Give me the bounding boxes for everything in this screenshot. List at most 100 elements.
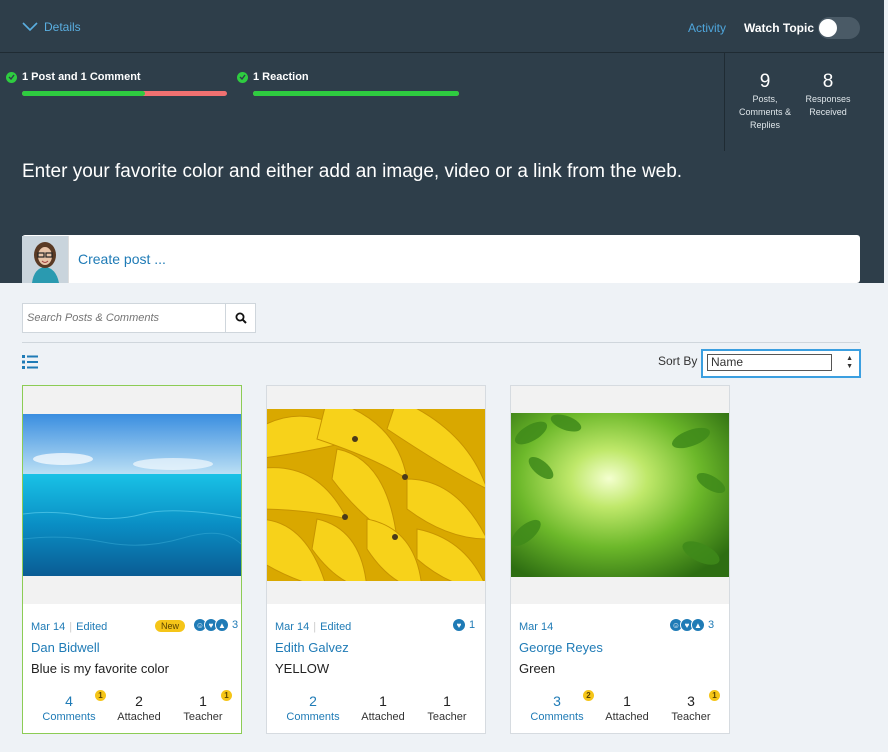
stat-value: 8	[822, 71, 834, 92]
stat-responses: 8 Responses Received	[798, 71, 858, 119]
post-author[interactable]: Edith Galvez	[275, 640, 349, 655]
post-card[interactable]: Mar 14 | Edited New ☺ ♥ ▲ 3 Dan Bidwell …	[22, 385, 242, 734]
progress-label: 1 Reaction	[253, 71, 309, 83]
stat-label: Responses	[805, 94, 851, 104]
progress-reactions: 1 Reaction	[237, 71, 309, 83]
post-body: YELLOW	[275, 661, 330, 676]
thumbs-up-icon: ▲	[691, 618, 705, 632]
comments-count[interactable]: 3 Comments	[522, 693, 592, 723]
bananas-image	[267, 409, 485, 581]
thumbs-up-icon: ▲	[215, 618, 229, 632]
prompt-band: Enter your favorite color and either add…	[0, 151, 884, 283]
create-post-placeholder: Create post ...	[78, 251, 166, 267]
stat-label: Replies	[749, 120, 780, 130]
post-image-area	[267, 386, 485, 604]
stat-value: 9	[759, 71, 771, 92]
avatar	[22, 235, 69, 283]
details-toggle[interactable]: Details	[22, 20, 81, 34]
select-arrows-icon: ▲ ▼	[846, 355, 853, 370]
search-icon	[235, 312, 247, 324]
toggle-knob	[819, 19, 837, 37]
divider	[22, 342, 860, 343]
list-view-icon	[22, 355, 38, 369]
details-label: Details	[44, 20, 81, 34]
post-card[interactable]: Mar 14 ☺ ♥ ▲ 3 George Reyes Green 3 Comm…	[510, 385, 730, 734]
stat-label: Comments &	[738, 107, 791, 117]
count-value: 2	[309, 693, 317, 709]
comments-count[interactable]: 2 Comments	[278, 693, 348, 723]
check-icon	[6, 71, 17, 83]
sort-select-value: Name	[707, 354, 832, 371]
meta-separator: |	[313, 621, 317, 633]
teacher-count: 1 Teacher	[412, 693, 482, 723]
post-author[interactable]: Dan Bidwell	[31, 640, 100, 655]
count-value: 2	[135, 693, 143, 709]
stat-label: Posts,	[752, 94, 778, 104]
sort-select[interactable]: Name ▲ ▼	[701, 349, 861, 378]
count-label: Teacher	[183, 711, 223, 723]
count-label: Comments	[286, 711, 340, 723]
count-value: 3	[553, 693, 561, 709]
attached-count: 1 Attached	[592, 693, 662, 723]
list-view-toggle[interactable]	[22, 355, 38, 374]
post-date: Mar 14	[275, 621, 310, 633]
edited-label: Edited	[320, 621, 352, 633]
count-value: 1	[623, 693, 631, 709]
post-image-area	[23, 386, 241, 604]
meta-separator: |	[69, 621, 73, 633]
post-card[interactable]: Mar 14 | Edited ♥ 1 Edith Galvez YELLOW …	[266, 385, 486, 734]
progress-band: 1 Post and 1 Comment 1 Reaction 9 Posts,…	[0, 53, 884, 151]
top-bar: Details Activity Watch Topic	[0, 0, 884, 53]
ocean-image	[23, 414, 241, 576]
post-body: Blue is my favorite color	[31, 661, 169, 676]
count-label: Attached	[117, 711, 161, 723]
reaction-count: 3	[708, 619, 715, 631]
like-icon: ♥	[452, 618, 466, 632]
search-input[interactable]	[23, 304, 226, 332]
search-box	[22, 303, 256, 333]
progress-bar-fill	[22, 91, 145, 96]
post-date: Mar 14	[31, 621, 66, 633]
post-date: Mar 14	[519, 621, 554, 633]
progress-label: 1 Post and 1 Comment	[22, 71, 141, 83]
reactions[interactable]: ☺ ♥ ▲ 3	[193, 618, 238, 632]
reaction-count: 3	[232, 619, 239, 631]
attached-count: 1 Attached	[348, 693, 418, 723]
comments-count[interactable]: 4 Comments	[34, 693, 104, 723]
divider	[724, 53, 725, 151]
progress-bar-fill	[253, 91, 459, 96]
reaction-count: 1	[469, 619, 476, 631]
create-post-box[interactable]: Create post ...	[22, 235, 860, 283]
check-icon	[237, 71, 248, 83]
count-value: 4	[65, 693, 73, 709]
edited-label: Edited	[76, 621, 108, 633]
search-button[interactable]	[225, 304, 255, 332]
post-author[interactable]: George Reyes	[519, 640, 603, 655]
stat-posts: 9 Posts, Comments & Replies	[732, 71, 798, 132]
stat-label: Received	[809, 107, 847, 117]
count-label: Comments	[42, 711, 96, 723]
count-value: 1	[379, 693, 387, 709]
leaves-image	[511, 413, 729, 577]
chevron-down-icon	[22, 22, 38, 32]
post-body: Green	[519, 661, 556, 676]
count-label: Teacher	[427, 711, 467, 723]
post-image-area	[511, 386, 729, 604]
topic-prompt: Enter your favorite color and either add…	[22, 161, 683, 182]
post-meta: Mar 14	[519, 621, 553, 633]
watch-topic-toggle[interactable]	[818, 17, 860, 39]
new-badge: New	[155, 620, 186, 632]
reactions[interactable]: ☺ ♥ ▲ 3	[669, 618, 714, 632]
watch-topic-label: Watch Topic	[744, 21, 814, 35]
count-label: Attached	[361, 711, 405, 723]
progress-posts: 1 Post and 1 Comment	[6, 71, 141, 83]
attached-count: 2 Attached	[104, 693, 174, 723]
teacher-badge: 1	[709, 690, 720, 701]
count-label: Attached	[605, 711, 649, 723]
count-label: Comments	[530, 711, 584, 723]
post-meta: Mar 14 | Edited	[275, 621, 351, 633]
sort-by-label: Sort By	[658, 354, 698, 368]
reactions[interactable]: ♥ 1	[452, 618, 475, 632]
post-meta: Mar 14 | Edited	[31, 621, 107, 633]
activity-link[interactable]: Activity	[688, 21, 726, 35]
